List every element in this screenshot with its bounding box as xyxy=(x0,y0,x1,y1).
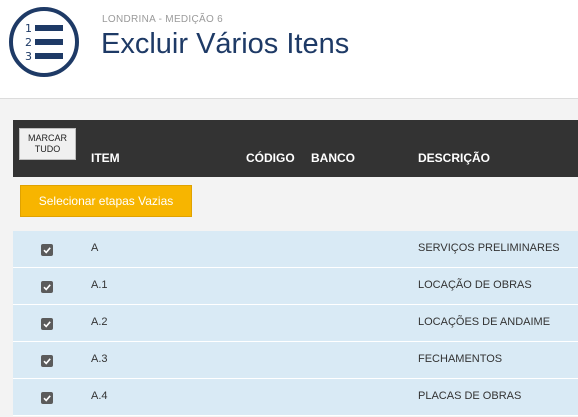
row-checkbox[interactable] xyxy=(41,392,53,404)
table-row: A.2 LOCAÇÕES DE ANDAIME xyxy=(13,305,578,342)
item-code: A.4 xyxy=(91,390,108,402)
column-header-codigo: CÓDIGO xyxy=(246,151,295,165)
row-checkbox[interactable] xyxy=(41,318,53,330)
item-code: A.3 xyxy=(91,353,108,365)
checkmark-icon xyxy=(43,358,51,365)
item-description: LOCAÇÕES DE ANDAIME xyxy=(418,316,551,328)
table-row: A.4 PLACAS DE OBRAS xyxy=(13,379,578,416)
row-checkbox[interactable] xyxy=(41,355,53,367)
select-empty-stages-button[interactable]: Selecionar etapas Vazias xyxy=(20,185,192,217)
item-description: LOCAÇÃO DE OBRAS xyxy=(418,279,532,291)
item-description: SERVIÇOS PRELIMINARES xyxy=(418,242,560,254)
page-title: Excluir Vários Itens xyxy=(101,28,350,60)
mark-all-button[interactable]: MARCAR TUDO xyxy=(19,128,76,160)
table-header: MARCAR TUDO ITEM CÓDIGO BANCO DESCRIÇÃO xyxy=(13,120,578,177)
checkmark-icon xyxy=(43,395,51,402)
item-description: FECHAMENTOS xyxy=(418,353,503,365)
column-header-descricao: DESCRIÇÃO xyxy=(418,151,491,165)
svg-text:1: 1 xyxy=(25,22,32,35)
breadcrumb: LONDRINA - MEDIÇÃO 6 xyxy=(102,14,224,25)
row-checkbox[interactable] xyxy=(41,244,53,256)
items-table-body: A SERVIÇOS PRELIMINARES A.1 LOCAÇÃO DE O… xyxy=(13,231,578,416)
page-header: 1 2 3 LONDRINA - MEDIÇÃO 6 Excluir Vário… xyxy=(0,0,578,98)
column-header-banco: BANCO xyxy=(311,151,355,165)
item-code: A.2 xyxy=(91,316,108,328)
checkmark-icon xyxy=(43,284,51,291)
table-row: A SERVIÇOS PRELIMINARES xyxy=(13,231,578,268)
svg-text:2: 2 xyxy=(25,36,32,49)
checkmark-icon xyxy=(43,321,51,328)
table-row: A.1 LOCAÇÃO DE OBRAS xyxy=(13,268,578,305)
row-checkbox[interactable] xyxy=(41,281,53,293)
item-description: PLACAS DE OBRAS xyxy=(418,390,522,402)
svg-text:3: 3 xyxy=(25,50,32,63)
numbered-list-icon: 1 2 3 xyxy=(9,7,79,77)
table-row: A.3 FECHAMENTOS xyxy=(13,342,578,379)
item-code: A.1 xyxy=(91,279,108,291)
checkmark-icon xyxy=(43,247,51,254)
item-code: A xyxy=(91,242,99,254)
column-header-item: ITEM xyxy=(91,151,120,165)
